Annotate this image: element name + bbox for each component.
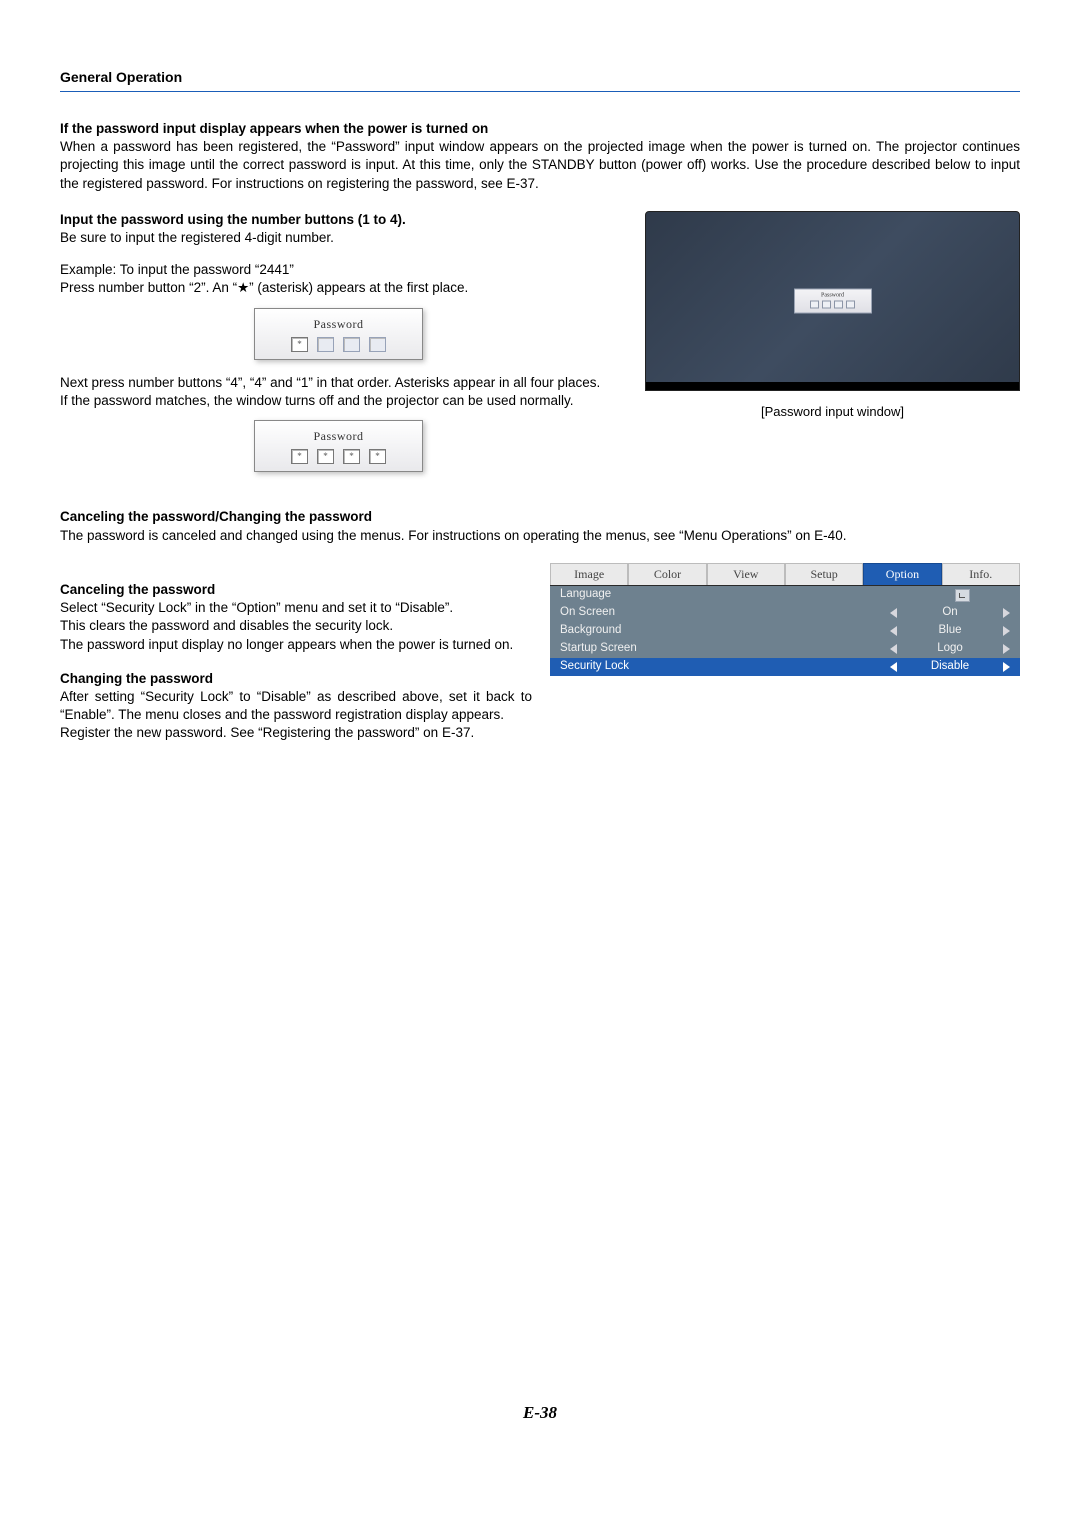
osd-tab[interactable]: Info. [942, 563, 1020, 585]
subheading-changing-password: Changing the password [60, 670, 532, 688]
subheading-power-on: If the password input display appears wh… [60, 120, 1020, 138]
triangle-right-icon [1003, 626, 1010, 636]
osd-row-value: Disable [897, 659, 1003, 675]
password-digit-box: * [291, 449, 308, 464]
triangle-left-icon [890, 626, 897, 636]
password-dialog-label: Password [798, 292, 868, 298]
section-heading: General Operation [60, 68, 1020, 92]
password-dialog-mini: Password [794, 288, 872, 313]
osd-menu-row[interactable]: Startup Screen Logo [550, 640, 1020, 658]
enter-icon [955, 589, 970, 602]
osd-menu-row[interactable]: Language [550, 586, 1020, 604]
osd-tab[interactable]: View [707, 563, 785, 585]
figure-caption: [Password input window] [645, 403, 1020, 421]
osd-tab[interactable]: Option [863, 563, 941, 585]
osd-row-label: Language [560, 587, 710, 603]
osd-row-label: Background [560, 623, 710, 639]
osd-menu-row[interactable]: Security Lock Disable [550, 658, 1020, 676]
body-text: The password is canceled and changed usi… [60, 527, 1020, 545]
password-digit-box: * [317, 449, 334, 464]
osd-tab[interactable]: Color [628, 563, 706, 585]
body-text: Register the new password. See “Register… [60, 724, 532, 742]
projector-screen-figure: Password [645, 211, 1020, 391]
triangle-left-icon [890, 644, 897, 654]
password-dialog-four-stars: Password * * * * [254, 420, 423, 472]
osd-row-value: Logo [897, 641, 1003, 657]
triangle-right-icon [1003, 662, 1010, 672]
triangle-right-icon [1003, 608, 1010, 618]
subheading-cancel-change-password: Canceling the password/Changing the pass… [60, 508, 1020, 526]
page-number: E-38 [0, 1402, 1080, 1425]
body-text: Press number button “2”. An “★” (asteris… [60, 279, 617, 297]
password-dialog-label: Password [261, 316, 416, 332]
body-text: If the password matches, the window turn… [60, 392, 617, 410]
password-digit-box: * [291, 337, 308, 352]
body-text: When a password has been registered, the… [60, 138, 1020, 193]
password-digit-box [343, 337, 360, 352]
password-digit-box [846, 300, 855, 308]
body-text: Select “Security Lock” in the “Option” m… [60, 599, 532, 617]
password-digit-box [834, 300, 843, 308]
triangle-left-icon [890, 608, 897, 618]
body-text: Next press number buttons “4”, “4” and “… [60, 374, 617, 392]
subheading-canceling-password: Canceling the password [60, 581, 532, 599]
osd-menu: ImageColorViewSetupOptionInfo. LanguageO… [550, 563, 1020, 676]
body-text: After setting “Security Lock” to “Disabl… [60, 688, 532, 724]
osd-row-value: On [897, 605, 1003, 621]
password-digit-box: * [343, 449, 360, 464]
password-digit-box [822, 300, 831, 308]
password-dialog-one-star: Password * [254, 308, 423, 360]
password-digit-box [317, 337, 334, 352]
triangle-left-icon [890, 662, 897, 672]
body-text: Example: To input the password “2441” [60, 261, 617, 279]
osd-row-label: On Screen [560, 605, 710, 621]
password-dialog-label: Password [261, 428, 416, 444]
body-text: This clears the password and disables th… [60, 617, 532, 635]
subheading-input-password: Input the password using the number butt… [60, 211, 617, 229]
body-text: The password input display no longer app… [60, 636, 532, 654]
osd-tab[interactable]: Image [550, 563, 628, 585]
password-digit-box: * [369, 449, 386, 464]
body-text: Be sure to input the registered 4-digit … [60, 229, 617, 247]
osd-row-label: Startup Screen [560, 641, 710, 657]
password-digit-box [369, 337, 386, 352]
password-digit-box [810, 300, 819, 308]
triangle-right-icon [1003, 644, 1010, 654]
osd-tab[interactable]: Setup [785, 563, 863, 585]
osd-menu-row[interactable]: Background Blue [550, 622, 1020, 640]
osd-menu-row[interactable]: On Screen On [550, 604, 1020, 622]
osd-row-label: Security Lock [560, 659, 710, 675]
osd-row-value: Blue [897, 623, 1003, 639]
